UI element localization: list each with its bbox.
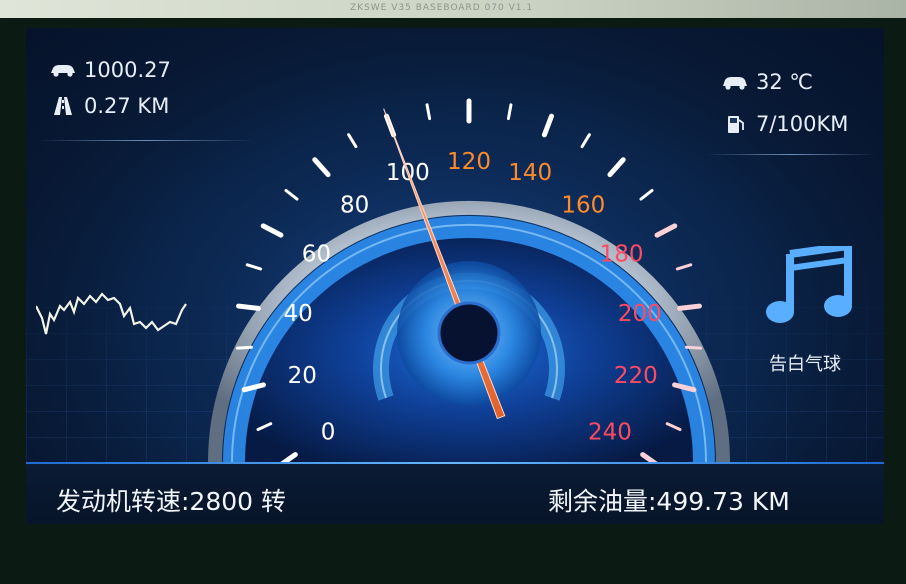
dashboard-screen: 1000.27 0.27 KM 32 ℃ 7/100KM 0 20 40 60 …	[26, 28, 884, 524]
gauge-label-140: 140	[508, 160, 552, 186]
gauge-tick	[284, 188, 299, 201]
gauge-label-200: 200	[618, 301, 662, 327]
song-title: 告白气球	[769, 354, 841, 375]
fuel-range-text: 剩余油量:499.73 KM	[548, 487, 790, 516]
gauge-tick	[607, 157, 626, 178]
gauge-tick	[541, 113, 555, 138]
gauge-label-60: 60	[302, 242, 331, 268]
gauge-tick	[685, 345, 703, 350]
circuit-board-edge: ZKSWE V35 BASEBOARD 070 V1.1	[0, 0, 906, 18]
board-silkscreen-text: ZKSWE V35 BASEBOARD 070 V1.1	[350, 3, 534, 13]
gauge-label-20: 20	[288, 363, 317, 389]
gauge-label-120: 120	[447, 149, 491, 175]
gauge-label-0: 0	[321, 420, 336, 446]
gauge-center-cap	[437, 301, 501, 365]
gauge-tick	[677, 303, 702, 311]
gauge-tick	[260, 223, 284, 238]
gauge-tick	[235, 345, 253, 350]
gauge-tick	[312, 157, 331, 178]
gauge-tick	[654, 223, 678, 238]
gauge-label-80: 80	[340, 193, 369, 219]
gauge-label-240: 240	[588, 420, 632, 446]
gauge-tick	[675, 263, 693, 271]
gauge-tick	[580, 133, 591, 149]
gauge-label-180: 180	[600, 242, 644, 268]
gauge-tick	[245, 263, 263, 271]
gauge-label-40: 40	[284, 301, 313, 327]
gauge-tick	[506, 103, 513, 121]
gauge-tick	[347, 133, 358, 149]
engine-rpm-text: 发动机转速:2800 转	[56, 487, 286, 516]
music-note-icon[interactable]	[764, 246, 854, 326]
gauge-label-220: 220	[614, 363, 658, 389]
gauge-tick	[425, 103, 432, 121]
speedometer: 020406080100120140160180200220240	[208, 98, 730, 469]
gauge-tick	[639, 188, 654, 201]
gauge-label-160: 160	[561, 193, 605, 219]
gauge-tick	[236, 303, 261, 311]
